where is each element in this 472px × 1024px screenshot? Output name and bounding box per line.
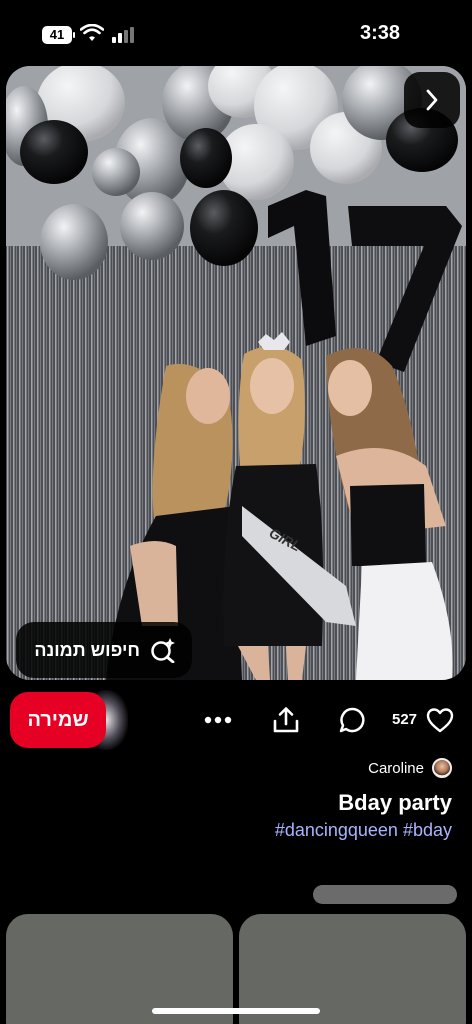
party-photo: GIRL	[6, 66, 466, 680]
pin-title: Bday party	[338, 790, 452, 815]
status-bar: 41 3:38	[0, 0, 472, 64]
like-button[interactable]	[424, 704, 456, 736]
creator[interactable]: Caroline	[368, 758, 452, 778]
avatar[interactable]	[432, 758, 452, 778]
comment-button[interactable]	[336, 704, 368, 736]
like-count: 527	[392, 711, 418, 728]
visual-search-icon	[151, 638, 175, 663]
chevron-right-icon	[426, 89, 438, 111]
clock: 3:38	[360, 22, 401, 44]
hashtag-link[interactable]: #bday	[403, 820, 452, 841]
cellular-signal-icon	[112, 27, 134, 43]
home-indicator[interactable]	[152, 1008, 320, 1014]
hashtags: #dancingqueen #bday	[275, 820, 452, 841]
creator-name[interactable]: Caroline	[368, 760, 424, 777]
comment-icon	[339, 707, 365, 733]
share-button[interactable]	[270, 704, 302, 736]
more-options-button[interactable]	[202, 704, 234, 736]
heart-icon	[426, 708, 454, 733]
more-icon	[204, 716, 232, 724]
pin-image[interactable]: GIRL חיפוש תמונה	[6, 66, 466, 680]
wifi-icon	[80, 24, 104, 41]
visual-search-label: חיפוש תמונה	[34, 639, 140, 660]
share-icon	[273, 707, 299, 733]
hashtag-link[interactable]: #dancingqueen	[275, 820, 398, 841]
loading-placeholder	[313, 885, 457, 904]
battery-level: 41	[49, 27, 65, 42]
next-image-button[interactable]	[404, 72, 460, 128]
visual-search-button[interactable]: חיפוש תמונה	[16, 622, 192, 678]
save-button[interactable]: שמירה	[10, 692, 106, 748]
battery-icon: 41	[42, 26, 75, 44]
